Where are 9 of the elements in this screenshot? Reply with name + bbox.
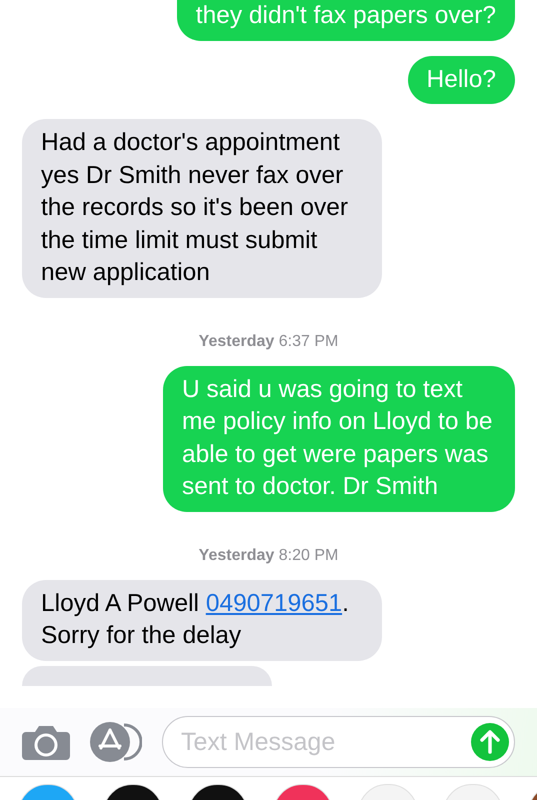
message-bubble: U said u was going to text me policy info on Lloyd to be able to get were papers was sent to doctor. Dr Smith xyxy=(163,366,515,512)
phone-link[interactable]: 0490719651 xyxy=(206,590,342,616)
message-bubble: Hello? xyxy=(408,56,515,104)
timestamp: Yesterday 6:37 PM xyxy=(198,332,340,350)
message-bubble: Had a doctor's appointment yes Dr Smith never fax over the records so it's been over the time limit must submit new application xyxy=(22,119,382,298)
message-bubble: Lloyd A Powell 0490719651. Sorry for the delay xyxy=(22,580,382,660)
timestamp: Yesterday 8:20 PM xyxy=(198,546,340,564)
message-field[interactable]: Text Message xyxy=(162,716,515,768)
message-bubble: they didn't fax papers over? xyxy=(176,0,515,40)
